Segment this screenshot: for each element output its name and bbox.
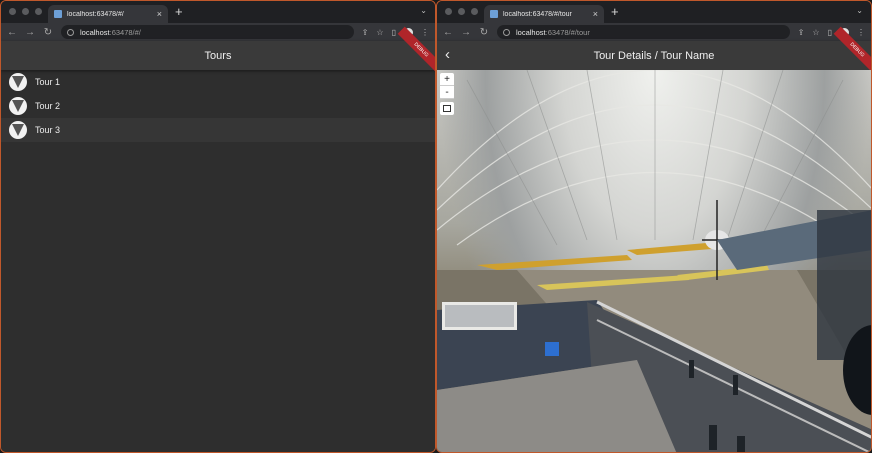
close-tab-icon[interactable]: × bbox=[157, 9, 162, 19]
url-path: :63478/#/ bbox=[109, 27, 141, 37]
browser-toolbar: ← → ↻ localhost :63478/#/ ⇪ ☆ ▯ ⋮ bbox=[1, 23, 435, 41]
minimize-window-button[interactable] bbox=[22, 8, 29, 15]
close-window-button[interactable] bbox=[445, 8, 452, 15]
back-arrow-icon[interactable]: ← bbox=[7, 27, 17, 38]
new-tab-icon[interactable]: + bbox=[175, 4, 183, 19]
tab-title: localhost:63478/#/tour bbox=[503, 10, 572, 18]
flutter-favicon-icon bbox=[490, 10, 498, 18]
tour-list-item[interactable]: Tour 2 bbox=[1, 94, 435, 118]
zoom-in-button[interactable]: + bbox=[440, 73, 454, 86]
chevron-down-icon[interactable]: ⌄ bbox=[420, 6, 427, 15]
tour-logo-icon bbox=[9, 97, 27, 115]
reload-icon[interactable]: ↻ bbox=[43, 27, 53, 38]
forward-arrow-icon[interactable]: → bbox=[25, 27, 35, 38]
window-controls bbox=[445, 8, 478, 15]
tour-list-item[interactable]: Tour 3 bbox=[1, 118, 435, 142]
tab-title: localhost:63478/#/ bbox=[67, 10, 124, 18]
desktop: localhost:63478/#/ × + ⌄ ← → ↻ localhost… bbox=[0, 0, 872, 453]
empty-area bbox=[1, 142, 435, 452]
browser-menu-icon[interactable]: ⋮ bbox=[421, 28, 429, 37]
bookmark-star-icon[interactable]: ☆ bbox=[376, 28, 383, 37]
app-bar: ‹ Tour Details / Tour Name DEBUG bbox=[437, 26, 871, 74]
page-title: Tours bbox=[204, 49, 232, 62]
hangar-panorama-image bbox=[437, 70, 871, 452]
url-host: localhost bbox=[80, 27, 110, 37]
side-panel-icon[interactable]: ▯ bbox=[392, 28, 396, 37]
panorama-viewer[interactable]: + - bbox=[437, 70, 871, 452]
side-panel-icon[interactable]: ▯ bbox=[828, 28, 832, 37]
tour-label: Tour 2 bbox=[35, 101, 61, 111]
flutter-favicon-icon bbox=[54, 10, 62, 18]
tour-list: Tour 1 Tour 2 Tour 3 bbox=[1, 70, 435, 142]
page-title: Tour Details / Tour Name bbox=[593, 49, 715, 62]
browser-menu-icon[interactable]: ⋮ bbox=[857, 28, 865, 37]
address-bar[interactable]: localhost :63478/#/ bbox=[61, 25, 354, 39]
address-bar[interactable]: localhost :63478/#/tour bbox=[497, 25, 790, 39]
app-bar: Tours DEBUG bbox=[1, 26, 435, 74]
share-icon[interactable]: ⇪ bbox=[798, 28, 805, 37]
browser-tab[interactable]: localhost:63478/#/tour × bbox=[484, 5, 604, 23]
browser-toolbar: ← → ↻ localhost :63478/#/tour ⇪ ☆ ▯ ⋮ bbox=[437, 23, 871, 41]
tour-logo-icon bbox=[9, 121, 27, 139]
forward-arrow-icon[interactable]: → bbox=[461, 27, 471, 38]
back-chevron-icon[interactable]: ‹ bbox=[445, 46, 450, 63]
close-window-button[interactable] bbox=[9, 8, 16, 15]
site-info-icon[interactable] bbox=[503, 28, 510, 36]
fullscreen-icon[interactable] bbox=[440, 102, 454, 115]
tour-list-item[interactable]: Tour 1 bbox=[1, 70, 435, 94]
share-icon[interactable]: ⇪ bbox=[362, 28, 369, 37]
close-tab-icon[interactable]: × bbox=[593, 9, 598, 19]
tour-label: Tour 3 bbox=[35, 125, 61, 135]
url-path: :63478/#/tour bbox=[545, 27, 590, 37]
back-arrow-icon[interactable]: ← bbox=[443, 27, 453, 38]
bookmark-star-icon[interactable]: ☆ bbox=[812, 28, 819, 37]
new-tab-icon[interactable]: + bbox=[611, 4, 619, 19]
chevron-down-icon[interactable]: ⌄ bbox=[856, 6, 863, 15]
minimize-window-button[interactable] bbox=[458, 8, 465, 15]
zoom-out-button[interactable]: - bbox=[440, 86, 454, 99]
zoom-controls: + - bbox=[440, 73, 454, 99]
window-controls bbox=[9, 8, 42, 15]
tour-label: Tour 1 bbox=[35, 77, 61, 87]
tab-strip: localhost:63478/#/tour × + ⌄ bbox=[437, 1, 871, 23]
site-info-icon[interactable] bbox=[67, 28, 74, 36]
tab-strip: localhost:63478/#/ × + ⌄ bbox=[1, 1, 435, 23]
maximize-window-button[interactable] bbox=[471, 8, 478, 15]
tour-logo-icon bbox=[9, 73, 27, 91]
url-host: localhost bbox=[516, 27, 546, 37]
browser-window-tour-details: localhost:63478/#/tour × + ⌄ ← → ↻ local… bbox=[436, 0, 872, 453]
browser-tab[interactable]: localhost:63478/#/ × bbox=[48, 5, 168, 23]
browser-window-tours: localhost:63478/#/ × + ⌄ ← → ↻ localhost… bbox=[0, 0, 436, 453]
reload-icon[interactable]: ↻ bbox=[479, 27, 489, 38]
maximize-window-button[interactable] bbox=[35, 8, 42, 15]
